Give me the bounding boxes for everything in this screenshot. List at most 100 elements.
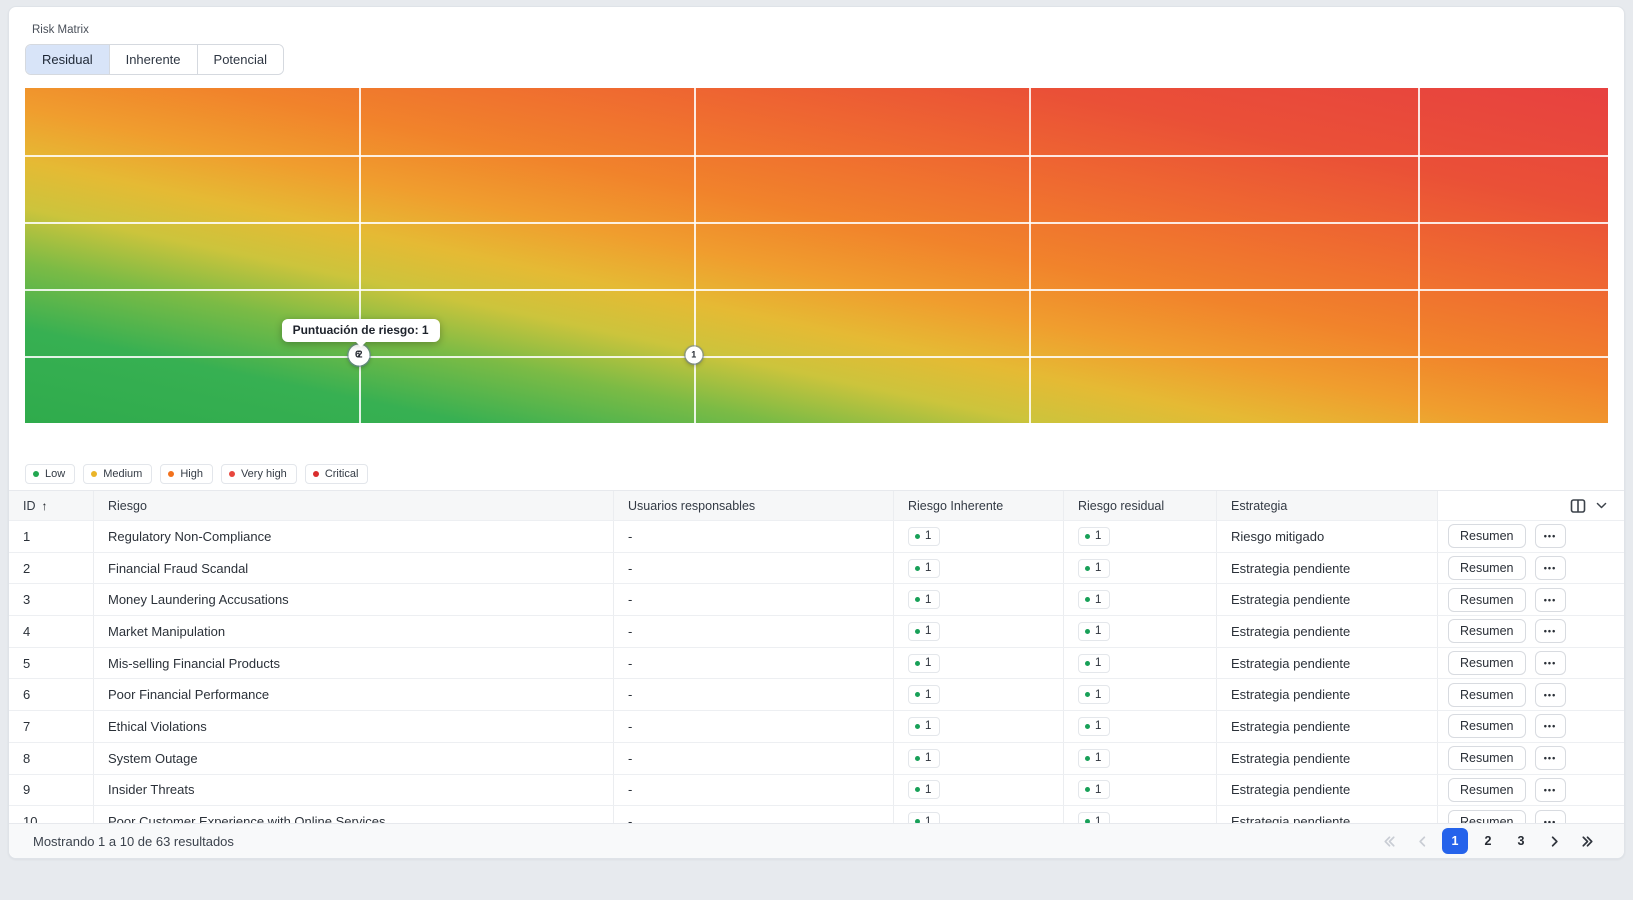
more-actions-button[interactable]: ••• — [1535, 683, 1566, 707]
more-actions-button[interactable]: ••• — [1535, 588, 1566, 612]
resumen-button[interactable]: Resumen — [1448, 588, 1526, 612]
risk-matrix-heatmap[interactable]: 62 1 Puntuación de riesgo: 1 — [25, 88, 1608, 423]
tab-residual[interactable]: Residual — [26, 45, 110, 74]
cell-riesgo: Mis-selling Financial Products — [94, 648, 614, 679]
badge-dot-icon — [1085, 629, 1090, 634]
resumen-button[interactable]: Resumen — [1448, 524, 1526, 548]
inherente-badge: 1 — [908, 654, 940, 673]
cell-riesgo-residual: 1 — [1064, 553, 1217, 584]
tab-potencial[interactable]: Potencial — [198, 45, 283, 74]
cell-riesgo-inherente: 1 — [894, 679, 1064, 710]
legend-item[interactable]: High — [160, 464, 213, 484]
resumen-button[interactable]: Resumen — [1448, 556, 1526, 580]
more-actions-button[interactable]: ••• — [1535, 619, 1566, 643]
cell-estrategia: Estrategia pendiente — [1217, 584, 1438, 615]
column-header-actions — [1438, 491, 1624, 520]
more-actions-button[interactable]: ••• — [1535, 746, 1566, 770]
cell-riesgo-residual: 1 — [1064, 775, 1217, 806]
table-row: 7 Ethical Violations - 1 1 — [9, 711, 1624, 743]
legend-item[interactable]: Medium — [83, 464, 152, 484]
resumen-button[interactable]: Resumen — [1448, 651, 1526, 675]
page-button-1[interactable]: 1 — [1442, 828, 1468, 854]
tab-inherente[interactable]: Inherente — [110, 45, 198, 74]
column-header-riesgo[interactable]: Riesgo — [94, 491, 614, 520]
residual-badge: 1 — [1078, 780, 1110, 799]
table-row: 9 Insider Threats - 1 1 — [9, 775, 1624, 807]
cell-usuarios: - — [614, 743, 894, 774]
cell-riesgo-inherente: 1 — [894, 743, 1064, 774]
resumen-button[interactable]: Resumen — [1448, 683, 1526, 707]
page-button-3[interactable]: 3 — [1508, 828, 1534, 854]
more-actions-button[interactable]: ••• — [1535, 556, 1566, 580]
grid-line-vertical — [1029, 88, 1031, 423]
cell-actions: Resumen ••• — [1438, 521, 1624, 552]
risk-point-marker[interactable]: 62 — [348, 344, 369, 365]
residual-badge: 1 — [1078, 527, 1110, 546]
cell-riesgo-inherente: 1 — [894, 775, 1064, 806]
inherente-badge: 1 — [908, 780, 940, 799]
grid-line-horizontal — [25, 155, 1608, 157]
chevron-right-icon — [1547, 834, 1562, 849]
more-actions-button[interactable]: ••• — [1535, 778, 1566, 802]
table-row: 8 System Outage - 1 1 — [9, 743, 1624, 775]
first-page-button[interactable] — [1376, 828, 1402, 854]
cell-estrategia: Estrategia pendiente — [1217, 616, 1438, 647]
cell-riesgo-residual: 1 — [1064, 521, 1217, 552]
cell-riesgo: Insider Threats — [94, 775, 614, 806]
cell-estrategia: Estrategia pendiente — [1217, 553, 1438, 584]
badge-dot-icon — [1085, 787, 1090, 792]
legend-item-label: High — [180, 468, 203, 480]
cell-riesgo-inherente: 1 — [894, 648, 1064, 679]
risk-level-legend: Low Medium High Very high — [25, 464, 1608, 484]
cell-riesgo-inherente: 1 — [894, 711, 1064, 742]
results-summary: Mostrando 1 a 10 de 63 resultados — [33, 834, 234, 849]
more-actions-button[interactable]: ••• — [1535, 524, 1566, 548]
column-header-estrategia[interactable]: Estrategia — [1217, 491, 1438, 520]
page-button-2[interactable]: 2 — [1475, 828, 1501, 854]
resumen-button[interactable]: Resumen — [1448, 714, 1526, 738]
matrix-view-tabs: Residual Inherente Potencial — [25, 44, 284, 75]
column-settings-button[interactable] — [1570, 498, 1608, 514]
cell-riesgo-inherente: 1 — [894, 584, 1064, 615]
more-actions-button[interactable]: ••• — [1535, 651, 1566, 675]
badge-dot-icon — [915, 534, 920, 539]
cell-id: 7 — [9, 711, 94, 742]
legend-item-label: Critical — [325, 468, 359, 480]
more-actions-button[interactable]: ••• — [1535, 714, 1566, 738]
residual-badge: 1 — [1078, 685, 1110, 704]
legend-item[interactable]: Very high — [221, 464, 297, 484]
cell-riesgo: Money Laundering Accusations — [94, 584, 614, 615]
column-header-residual[interactable]: Riesgo residual — [1064, 491, 1217, 520]
table-body: 1 Regulatory Non-Compliance - 1 1 — [9, 521, 1624, 838]
cell-estrategia: Estrategia pendiente — [1217, 679, 1438, 710]
cell-riesgo: System Outage — [94, 743, 614, 774]
badge-dot-icon — [915, 629, 920, 634]
cell-actions: Resumen ••• — [1438, 553, 1624, 584]
risk-point-marker[interactable]: 1 — [685, 346, 702, 363]
column-header-id[interactable]: ID ↑ — [9, 491, 94, 520]
last-page-button[interactable] — [1574, 828, 1600, 854]
table-row: 4 Market Manipulation - 1 1 — [9, 616, 1624, 648]
previous-page-button[interactable] — [1409, 828, 1435, 854]
grid-line-horizontal — [25, 289, 1608, 291]
resumen-button[interactable]: Resumen — [1448, 746, 1526, 770]
chevrons-left-icon — [1382, 834, 1397, 849]
resumen-button[interactable]: Resumen — [1448, 778, 1526, 802]
column-header-inherente[interactable]: Riesgo Inherente — [894, 491, 1064, 520]
next-page-button[interactable] — [1541, 828, 1567, 854]
sort-ascending-icon[interactable]: ↑ — [42, 499, 48, 513]
residual-badge: 1 — [1078, 654, 1110, 673]
resumen-button[interactable]: Resumen — [1448, 619, 1526, 643]
legend-item[interactable]: Critical — [305, 464, 369, 484]
cell-id: 2 — [9, 553, 94, 584]
cell-usuarios: - — [614, 553, 894, 584]
cell-id: 3 — [9, 584, 94, 615]
risk-score-tooltip: Puntuación de riesgo: 1 — [282, 319, 440, 342]
cell-riesgo-residual: 1 — [1064, 584, 1217, 615]
cell-id: 4 — [9, 616, 94, 647]
legend-item[interactable]: Low — [25, 464, 75, 484]
cell-id: 5 — [9, 648, 94, 679]
cell-actions: Resumen ••• — [1438, 743, 1624, 774]
cell-estrategia: Estrategia pendiente — [1217, 648, 1438, 679]
column-header-usuarios[interactable]: Usuarios responsables — [614, 491, 894, 520]
